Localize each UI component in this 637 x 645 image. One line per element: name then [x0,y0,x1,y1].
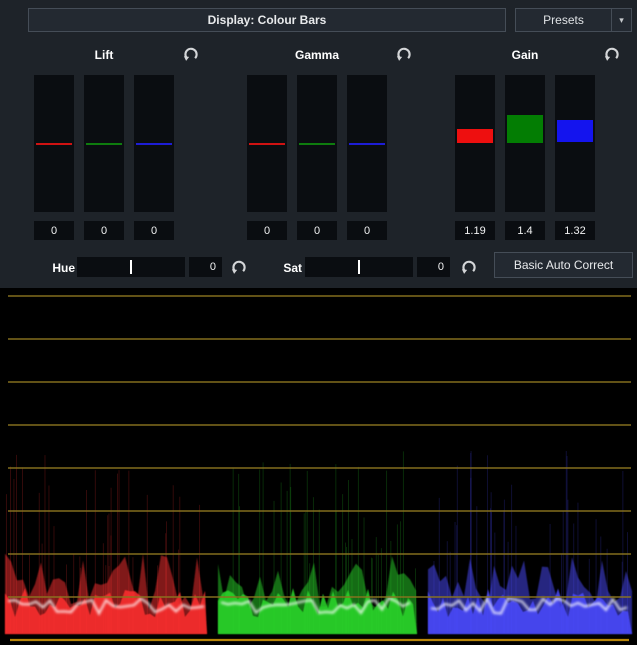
gamma-title: Gamma [247,48,387,62]
lift-red-value[interactable]: 0 [34,221,74,240]
presets-dropdown[interactable]: Presets ▾ [515,8,632,32]
gain-green-handle[interactable] [507,115,543,143]
lift-red-slider[interactable] [34,75,74,212]
gamma-green-handle[interactable] [299,143,335,145]
lift-blue-value[interactable]: 0 [134,221,174,240]
lift-blue-handle[interactable] [136,143,172,145]
hue-reset-icon[interactable] [230,258,248,276]
gain-group: Gain 1.19 1.4 1.32 [455,44,623,244]
lift-title: Lift [34,48,174,62]
hue-slider[interactable] [77,257,185,277]
lift-green-handle[interactable] [86,143,122,145]
gamma-blue-value[interactable]: 0 [347,221,387,240]
gamma-green-value[interactable]: 0 [297,221,337,240]
gamma-green-slider[interactable] [297,75,337,212]
hue-label: Hue [30,261,75,275]
gamma-red-slider[interactable] [247,75,287,212]
gain-red-handle[interactable] [457,129,493,143]
presets-label[interactable]: Presets [516,9,612,31]
gamma-group: Gamma 0 0 0 [247,44,415,244]
lift-green-slider[interactable] [84,75,124,212]
hue-value[interactable]: 0 [189,257,222,277]
gain-blue-value[interactable]: 1.32 [555,221,595,240]
gamma-red-value[interactable]: 0 [247,221,287,240]
gain-green-value[interactable]: 1.4 [505,221,545,240]
basic-auto-correct-button[interactable]: Basic Auto Correct [494,252,633,278]
gamma-blue-slider[interactable] [347,75,387,212]
lift-reset-icon[interactable] [182,45,200,63]
chevron-down-icon[interactable]: ▾ [612,9,631,31]
gamma-blue-handle[interactable] [349,143,385,145]
lift-red-handle[interactable] [36,143,72,145]
gain-red-value[interactable]: 1.19 [455,221,495,240]
colour-correction-panel: Display: Colour Bars Presets ▾ Lift 0 0 … [0,0,637,645]
sat-value[interactable]: 0 [417,257,450,277]
rgb-parade-waveform [0,288,637,645]
sat-slider-tick[interactable] [358,260,360,274]
lift-blue-slider[interactable] [134,75,174,212]
gamma-reset-icon[interactable] [395,45,413,63]
sat-reset-icon[interactable] [460,258,478,276]
sat-slider[interactable] [305,257,413,277]
gain-blue-slider[interactable] [555,75,595,212]
gain-reset-icon[interactable] [603,45,621,63]
gain-blue-handle[interactable] [557,120,593,142]
gamma-red-handle[interactable] [249,143,285,145]
gain-title: Gain [455,48,595,62]
lift-green-value[interactable]: 0 [84,221,124,240]
sat-label: Sat [258,261,302,275]
hue-slider-tick[interactable] [130,260,132,274]
lift-group: Lift 0 0 0 [34,44,202,244]
display-mode-button[interactable]: Display: Colour Bars [28,8,506,32]
gain-red-slider[interactable] [455,75,495,212]
gain-green-slider[interactable] [505,75,545,212]
